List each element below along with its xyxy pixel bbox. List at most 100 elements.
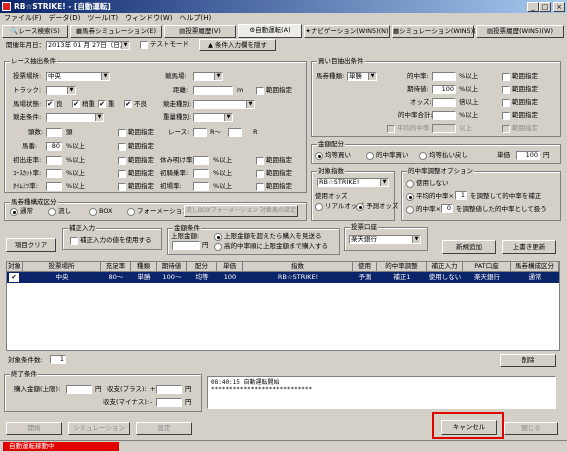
adjust-hit-radio[interactable] [406,206,414,214]
kyori-range-checkbox[interactable] [256,87,264,95]
odds-real-radio[interactable] [315,203,323,211]
hit-total-range-checkbox[interactable] [502,112,510,120]
hit-rate-input[interactable] [432,72,456,81]
tab-simulation[interactable]: ▦馬券シミュレーション(E) [70,25,162,38]
log-area[interactable]: 08:40:15 自動運転開始 ************************… [207,376,556,409]
menu-data[interactable]: データ(D) [49,14,81,22]
delete-button[interactable]: 削除 [500,354,556,367]
init-range-checkbox[interactable] [118,157,126,165]
money-hit-radio[interactable] [366,152,374,160]
tab-vote-history[interactable]: ▤投票履歴(V) [164,25,236,38]
col-target[interactable]: 対象 [7,262,23,272]
bet-type-box-radio[interactable] [89,208,97,216]
row-checkbox[interactable]: ✔ [9,273,19,282]
end-minus-input[interactable] [156,398,182,407]
menu-help[interactable]: ヘルプ(H) [180,14,212,22]
keibajo-select[interactable]: ▼ [193,72,223,81]
money-payout-radio[interactable] [419,152,427,160]
avg-hit-checkbox[interactable] [387,125,395,133]
amount-limit-input[interactable] [172,241,200,250]
close-window-button[interactable]: × [553,2,565,12]
tab-auto-run[interactable]: ⚙自動運転(A) [238,24,302,38]
col-kind[interactable]: 種類 [131,262,157,272]
init3-range-checkbox[interactable] [118,183,126,191]
end-buy-input[interactable] [66,385,92,394]
shoba-range-checkbox[interactable] [256,183,264,191]
juryo-select[interactable]: ▼ [193,113,233,122]
shoki-range-checkbox[interactable] [256,170,264,178]
odds-input[interactable] [432,98,456,107]
menu-file[interactable]: ファイル(F) [4,14,42,22]
tosu-range-checkbox[interactable] [118,129,126,137]
kyuyo-range-checkbox[interactable] [256,157,264,165]
col-fill[interactable]: 充足率 [101,262,131,272]
nagashi-setting-button[interactable]: 流しBOXフォーメーション 対象馬の設定 [184,205,298,217]
fav-range-checkbox[interactable] [118,143,126,151]
unit-price-input[interactable]: 100 [516,151,540,160]
init-input[interactable] [46,156,62,165]
bet-type-normal-radio[interactable] [10,208,18,216]
baba-ryo-checkbox[interactable]: ✔ [46,100,54,108]
account-select[interactable]: 楽天銀行 ▼ [349,235,421,244]
adjust-none-radio[interactable] [406,180,414,188]
col-expect[interactable]: 期待値 [157,262,187,272]
table-row[interactable]: ✔ 中央 80〜 単勝 100〜 均等 100 RB☆STRIKE! 予測 補正… [7,272,559,283]
close-button[interactable]: 閉じる [504,422,558,435]
toggle-condition-button[interactable]: ▲ 条件入力欄を隠す [199,39,276,51]
correct-checkbox[interactable] [70,237,78,245]
tosu-input[interactable] [46,128,62,137]
place-select[interactable]: 中央 ▼ [46,72,110,81]
baba-furyo-checkbox[interactable]: ✔ [124,100,132,108]
amount-buy-radio[interactable] [214,243,222,251]
shubetsu-select[interactable]: ▼ [193,100,255,109]
col-correct[interactable]: 補正入力 [427,262,463,272]
col-dist[interactable]: 配分 [187,262,217,272]
baba-yayaomo-checkbox[interactable]: ✔ [72,100,80,108]
settings-button[interactable]: 設定 [136,422,192,435]
adjust-hit-input[interactable]: 0 [441,204,453,213]
test-mode-checkbox[interactable] [140,41,148,49]
avg-hit-range-checkbox[interactable] [502,125,510,133]
shoba-input[interactable] [193,182,209,191]
tab-navigation-win5[interactable]: ✦ナビゲーション(WIN5)(N) [304,25,390,38]
adjust-avg-radio[interactable] [406,193,414,201]
bet-type-formation-radio[interactable] [127,208,135,216]
init3-input[interactable] [46,182,62,191]
start-button[interactable]: 開始 [6,422,62,435]
expect-range-checkbox[interactable] [502,86,510,94]
fav-input[interactable]: 80 [46,142,62,151]
menu-tool[interactable]: ツール(T) [87,14,118,22]
money-equal-radio[interactable] [315,152,323,160]
minimize-button[interactable]: _ [527,2,539,12]
tab-race-search[interactable]: 🔍レース検索(S) [2,25,68,38]
track-select[interactable]: ▼ [46,86,76,95]
bet-kind-select[interactable]: 単勝 ▼ [347,72,377,81]
odds-predict-radio[interactable] [356,203,364,211]
hit-rate-range-checkbox[interactable] [502,73,510,81]
col-bet-type[interactable]: 馬券構成区分 [511,262,559,272]
maximize-button[interactable]: □ [539,2,551,12]
hit-total-input[interactable] [432,111,456,120]
avg-hit-input[interactable] [432,124,456,133]
init2-range-checkbox[interactable] [118,170,126,178]
col-index[interactable]: 指数 [243,262,353,272]
col-adjust[interactable]: 的中率調整 [377,262,427,272]
overwrite-button[interactable]: 上書き更新 [502,240,556,254]
menu-window[interactable]: ウィンドウ(W) [125,14,172,22]
condition-table[interactable]: 対象 投票場所 充足率 種類 期待値 配分 単価 指数 使用 的中率調整 補正入… [6,261,560,351]
bet-type-nagashi-radio[interactable] [48,208,56,216]
tab-simulation-win5[interactable]: ▦シミュレーション(WIN5)(M) [392,25,484,38]
new-add-button[interactable]: 新規追加 [442,240,496,254]
shoki-input[interactable] [193,169,209,178]
baba-omo-checkbox[interactable]: ✔ [98,100,106,108]
col-unit[interactable]: 単価 [217,262,243,272]
date-picker[interactable]: 2013年 01 月 27日（日） ▼ [46,41,130,50]
race-to-input[interactable] [228,128,242,137]
amount-skip-radio[interactable] [214,233,222,241]
odds-range-checkbox[interactable] [502,99,510,107]
end-plus-input[interactable] [156,385,182,394]
target-select[interactable]: RB☆STRIKE! ▼ [317,178,389,187]
clear-button[interactable]: 項目クリア [6,238,56,252]
col-pat[interactable]: PAT口座 [463,262,511,272]
kyoso-select[interactable]: ▼ [46,113,104,122]
